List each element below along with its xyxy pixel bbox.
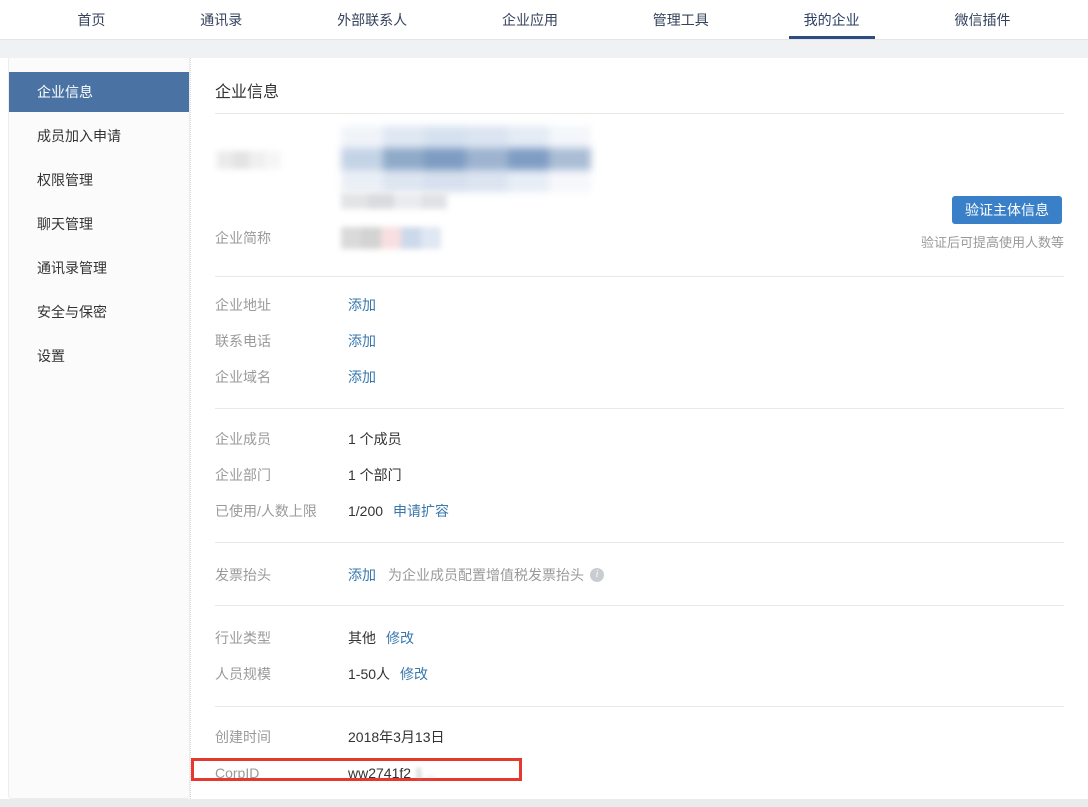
row-industry-type: 行业类型 其他 修改: [215, 620, 1064, 656]
page-title: 企业信息: [215, 58, 1064, 113]
row-departments-count: 企业部门 1 个部门: [215, 457, 1064, 493]
invoice-group: 发票抬头 添加 为企业成员配置增值税发票抬头 i: [215, 542, 1064, 605]
sidebar-item-security[interactable]: 安全与保密: [9, 292, 189, 332]
sidebar-item-permissions[interactable]: 权限管理: [9, 160, 189, 200]
row-created-date: 创建时间 2018年3月13日: [215, 719, 1064, 755]
sidebar-item-join-requests[interactable]: 成员加入申请: [9, 116, 189, 156]
members-group: 企业成员 1 个成员 企业部门 1 个部门 已使用/人数上限 1/200 申请扩…: [215, 408, 1064, 542]
add-domain-link[interactable]: 添加: [348, 367, 376, 387]
top-nav: 首页 通讯录 外部联系人 企业应用 管理工具 我的企业 微信插件: [0, 0, 1088, 40]
expand-quota-link[interactable]: 申请扩容: [393, 501, 449, 521]
row-label: 发票抬头: [215, 565, 348, 585]
short-name-label: 企业简称: [215, 228, 341, 248]
nav-item-external[interactable]: 外部联系人: [322, 0, 422, 39]
edit-scale-link[interactable]: 修改: [400, 664, 428, 684]
row-label: 企业部门: [215, 465, 348, 485]
departments-count-value: 1 个部门: [348, 465, 402, 485]
row-company-domain: 企业域名 添加: [215, 359, 1064, 395]
row-contact-phone: 联系电话 添加: [215, 323, 1064, 359]
created-date-value: 2018年3月13日: [348, 727, 445, 747]
main-content: 企业信息 企业简称: [190, 58, 1088, 799]
row-label: 企业域名: [215, 367, 348, 387]
meta-group: 创建时间 2018年3月13日 CorpID ww2741f2 1 ..: [215, 706, 1064, 799]
row-label: 企业成员: [215, 429, 348, 449]
company-profile-section: 企业简称 验证主体信息 验证后可提高使用人数等: [215, 114, 1064, 276]
add-address-link[interactable]: 添加: [348, 295, 376, 315]
row-invoice-title: 发票抬头 添加 为企业成员配置增值税发票抬头 i: [215, 557, 1064, 593]
add-phone-link[interactable]: 添加: [348, 331, 376, 351]
nav-item-admin-tools[interactable]: 管理工具: [638, 0, 724, 39]
row-label: 行业类型: [215, 628, 348, 648]
verify-subject-button[interactable]: 验证主体信息: [952, 196, 1062, 224]
company-name-blurred: [341, 126, 591, 192]
row-label: CorpID: [215, 765, 348, 781]
row-staff-scale: 人员规模 1-50人 修改: [215, 656, 1064, 692]
row-label: 已使用/人数上限: [215, 501, 348, 521]
short-name-value-blurred: [341, 227, 441, 249]
row-corp-id: CorpID ww2741f2 1 ..: [215, 755, 1064, 791]
info-icon[interactable]: i: [590, 568, 604, 582]
sidebar: 企业信息 成员加入申请 权限管理 聊天管理 通讯录管理 安全与保密 设置: [8, 58, 190, 799]
nav-item-wechat-plugin[interactable]: 微信插件: [939, 0, 1025, 39]
row-label: 企业地址: [215, 295, 348, 315]
scale-value: 1-50人: [348, 664, 390, 684]
row-members-count: 企业成员 1 个成员: [215, 421, 1064, 457]
row-label: 联系电话: [215, 331, 348, 351]
edit-industry-link[interactable]: 修改: [386, 628, 414, 648]
sidebar-item-chat-manage[interactable]: 聊天管理: [9, 204, 189, 244]
verify-hint-text: 验证后可提高使用人数等: [921, 232, 1064, 251]
row-label: 创建时间: [215, 727, 348, 747]
company-subtext-blurred: [341, 193, 447, 209]
bottom-band: [0, 799, 1088, 807]
nav-item-my-company[interactable]: 我的企业: [789, 0, 875, 39]
contact-info-group: 企业地址 添加 联系电话 添加 企业域名 添加: [215, 276, 1064, 408]
sidebar-item-settings[interactable]: 设置: [9, 336, 189, 376]
sidebar-item-contacts-manage[interactable]: 通讯录管理: [9, 248, 189, 288]
page-body: 企业信息 成员加入申请 权限管理 聊天管理 通讯录管理 安全与保密 设置 企业信…: [0, 58, 1088, 799]
nav-item-apps[interactable]: 企业应用: [487, 0, 573, 39]
sidebar-item-company-info[interactable]: 企业信息: [9, 72, 189, 112]
corp-id-blurred-tail: 1 ..: [415, 765, 434, 781]
nav-item-contacts[interactable]: 通讯录: [185, 0, 257, 39]
nav-separator-band: [0, 40, 1088, 58]
corp-id-value: ww2741f2: [348, 765, 411, 781]
row-company-address: 企业地址 添加: [215, 287, 1064, 323]
invoice-note: 为企业成员配置增值税发票抬头: [388, 565, 584, 585]
row-label: 人员规模: [215, 664, 348, 684]
short-name-row: 企业简称: [215, 227, 441, 249]
nav-item-home[interactable]: 首页: [62, 0, 120, 39]
row-seat-quota: 已使用/人数上限 1/200 申请扩容: [215, 493, 1064, 529]
industry-group: 行业类型 其他 修改 人员规模 1-50人 修改: [215, 605, 1064, 706]
members-count-value: 1 个成员: [348, 429, 402, 449]
quota-value: 1/200: [348, 503, 383, 519]
company-logo-blurred: [217, 151, 281, 169]
add-invoice-link[interactable]: 添加: [348, 565, 376, 585]
industry-value: 其他: [348, 628, 376, 648]
